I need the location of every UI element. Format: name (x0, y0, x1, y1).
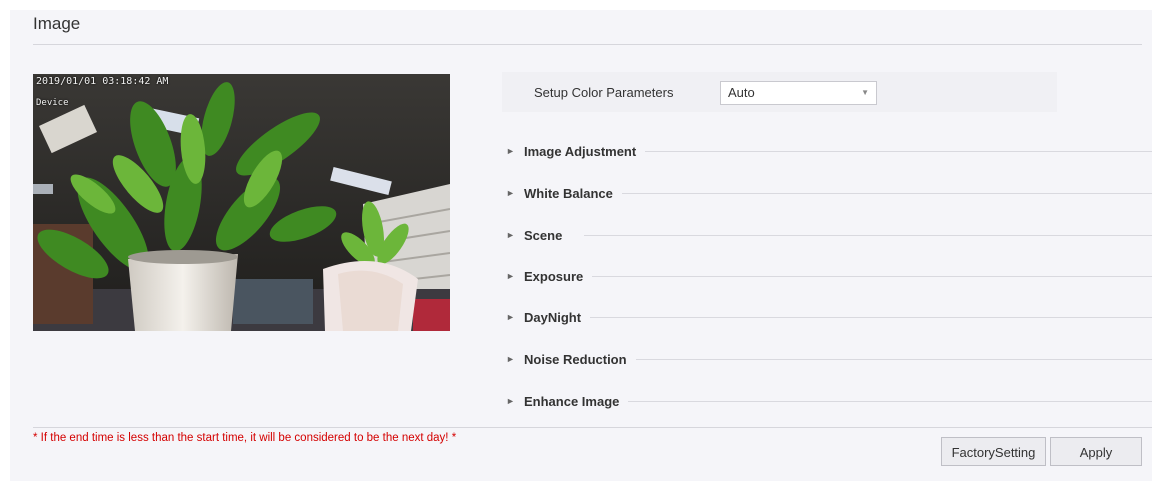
section-divider (635, 358, 1152, 360)
expand-arrow-icon: ► (506, 396, 515, 406)
color-params-select[interactable]: Auto ▼ (720, 81, 877, 105)
notice-text: * If the end time is less than the start… (33, 432, 457, 444)
expand-arrow-icon: ► (506, 271, 515, 281)
expand-arrow-icon: ► (506, 146, 515, 156)
expand-arrow-icon: ► (506, 354, 515, 364)
expand-arrow-icon: ► (506, 188, 515, 198)
section-exposure[interactable]: ► Exposure (505, 266, 1152, 286)
section-enhance-image[interactable]: ► Enhance Image (505, 391, 1152, 411)
section-label: Image Adjustment (524, 143, 637, 159)
section-label: DayNight (524, 309, 582, 325)
section-white-balance[interactable]: ► White Balance (505, 183, 1152, 203)
page-title: Image (33, 14, 81, 33)
section-label: Noise Reduction (524, 351, 627, 367)
section-divider (628, 400, 1152, 402)
color-params-label: Setup Color Parameters (534, 85, 674, 100)
title-divider (33, 44, 1142, 45)
section-daynight[interactable]: ► DayNight (505, 307, 1152, 327)
expand-arrow-icon: ► (506, 312, 515, 322)
osd-timestamp: 2019/01/01 03:18:42 AM (36, 76, 169, 87)
section-divider (592, 275, 1152, 277)
expand-arrow-icon: ► (506, 230, 515, 240)
section-label: Exposure (524, 268, 584, 284)
section-divider (645, 150, 1152, 152)
section-noise-reduction[interactable]: ► Noise Reduction (505, 349, 1152, 369)
chevron-down-icon: ▼ (861, 88, 869, 97)
apply-button[interactable]: Apply (1050, 437, 1142, 466)
live-preview: 2019/01/01 03:18:42 AM Device (33, 74, 450, 331)
osd-device-name: Device (36, 98, 69, 108)
live-preview-image (33, 74, 450, 331)
section-divider (621, 192, 1152, 194)
color-params-selected: Auto (728, 85, 755, 100)
section-scene[interactable]: ► Scene (505, 225, 1152, 245)
section-label: White Balance (524, 185, 613, 201)
section-divider (590, 316, 1152, 318)
factory-setting-button[interactable]: FactorySetting (941, 437, 1046, 466)
section-label: Enhance Image (524, 393, 620, 409)
footer-divider (33, 427, 1152, 428)
section-image-adjustment[interactable]: ► Image Adjustment (505, 141, 1152, 161)
section-label: Scene (524, 227, 563, 243)
section-divider (584, 234, 1152, 236)
